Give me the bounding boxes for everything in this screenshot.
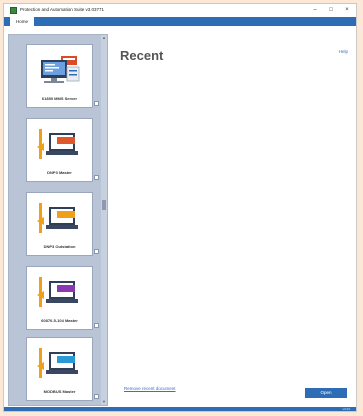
card-checkbox[interactable] bbox=[94, 394, 99, 399]
tab-home[interactable]: Home bbox=[10, 17, 34, 26]
laptop-device-icon bbox=[27, 123, 92, 165]
maximize-button[interactable]: □ bbox=[324, 6, 338, 15]
server-monitor-icon bbox=[27, 49, 92, 91]
open-button[interactable]: Open bbox=[305, 388, 347, 398]
card-checkbox[interactable] bbox=[94, 175, 99, 180]
card-dnp3-master[interactable]: DNP3 Master bbox=[26, 118, 99, 182]
window-title: Protection and Automation Suite v3.03771 bbox=[20, 7, 105, 12]
sidebar-scrollbar[interactable]: ▲ ▼ bbox=[101, 35, 107, 405]
scroll-up-icon[interactable]: ▲ bbox=[101, 35, 107, 41]
protocol-sidebar: ▲ ▼ 61850 MMS Server DNP3 Master DNP3 Ou… bbox=[8, 34, 108, 406]
card-checkbox[interactable] bbox=[94, 249, 99, 254]
card-modbus-master[interactable]: MODBUS Master bbox=[26, 337, 99, 401]
title-bar: Protection and Automation Suite v3.03771… bbox=[4, 4, 356, 17]
main-panel: Recent Help Remove recent document Open bbox=[108, 34, 354, 408]
card-label: 60870-5-104 Master bbox=[41, 318, 78, 323]
card-label: DNP3 Outstation bbox=[43, 244, 76, 249]
card-label: MODBUS Master bbox=[43, 389, 76, 394]
page-title: Recent bbox=[120, 48, 164, 63]
app-window: Protection and Automation Suite v3.03771… bbox=[3, 3, 357, 412]
card-checkbox[interactable] bbox=[94, 101, 99, 106]
laptop-device-icon bbox=[27, 342, 92, 384]
card-label: 61850 MMS Server bbox=[41, 96, 78, 101]
status-text: v3.03 bbox=[342, 407, 350, 411]
help-link[interactable]: Help bbox=[339, 49, 348, 54]
scroll-down-icon[interactable]: ▼ bbox=[101, 399, 107, 405]
minimize-button[interactable]: – bbox=[308, 6, 322, 15]
card-dnp3-outstation[interactable]: DNP3 Outstation bbox=[26, 192, 99, 256]
card-61850-mms-server[interactable]: 61850 MMS Server bbox=[26, 44, 99, 108]
close-button[interactable]: × bbox=[340, 6, 354, 15]
card-label: DNP3 Master bbox=[47, 170, 72, 175]
app-logo-icon bbox=[10, 7, 17, 14]
card-checkbox[interactable] bbox=[94, 323, 99, 328]
ribbon-bar bbox=[4, 17, 356, 26]
status-bar: v3.03 bbox=[4, 407, 356, 411]
card-60870-5-104-master[interactable]: 60870-5-104 Master bbox=[26, 266, 99, 330]
laptop-device-icon bbox=[27, 197, 92, 239]
laptop-device-icon bbox=[27, 271, 92, 313]
scrollbar-thumb[interactable] bbox=[102, 200, 106, 210]
remove-recent-link[interactable]: Remove recent document bbox=[124, 386, 176, 391]
